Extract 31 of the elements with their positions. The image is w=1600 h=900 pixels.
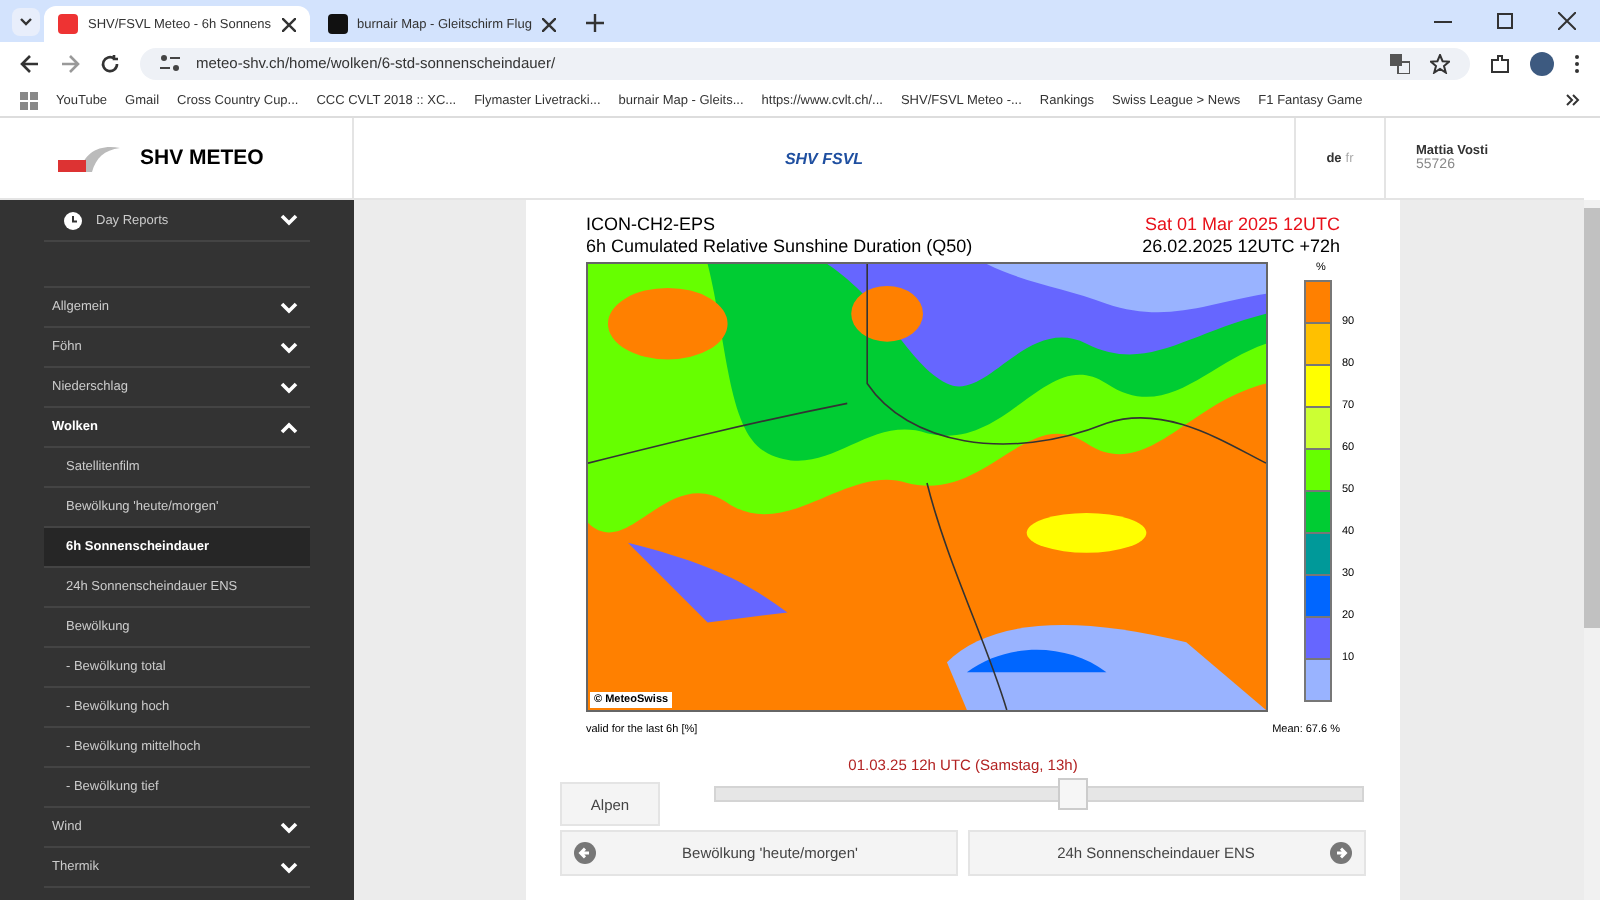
- translate-icon[interactable]: [1390, 53, 1410, 73]
- close-icon[interactable]: [1558, 12, 1576, 30]
- site-settings-icon[interactable]: [160, 54, 180, 72]
- site-logo: SHV FSVL: [784, 149, 864, 167]
- profile-avatar[interactable]: [1530, 51, 1554, 75]
- star-icon[interactable]: [1430, 53, 1450, 73]
- close-icon[interactable]: [281, 17, 296, 31]
- new-tab-icon[interactable]: [585, 14, 604, 32]
- reload-icon[interactable]: [100, 53, 120, 73]
- site-title: SHV METEO: [140, 146, 264, 170]
- model-name: ICON-CH2-EPS: [586, 214, 718, 236]
- forward-icon[interactable]: [60, 53, 80, 73]
- close-icon[interactable]: [541, 17, 556, 31]
- chevron-down-icon: [280, 214, 298, 226]
- extensions-icon[interactable]: [1490, 53, 1510, 73]
- apps-icon[interactable]: [20, 91, 38, 109]
- slider-thumb[interactable]: [1057, 778, 1088, 810]
- back-icon[interactable]: [20, 53, 40, 73]
- clock-icon: [64, 211, 82, 229]
- scrollbar[interactable]: [1584, 200, 1600, 900]
- run-time: 26.02.2025 12UTC +72h: [1142, 236, 1340, 258]
- chart-title: 6h Cumulated Relative Sunshine Duration (Q50): [586, 236, 973, 258]
- arrow-left-icon: [574, 842, 596, 864]
- site-icon: [58, 14, 78, 34]
- maximize-icon[interactable]: [1496, 12, 1514, 30]
- site-icon: [327, 14, 348, 34]
- menu-icon[interactable]: [1574, 53, 1580, 73]
- valid-time: Sat 01 Mar 2025 12UTC: [1144, 214, 1340, 236]
- more-bookmarks-icon[interactable]: [1566, 94, 1580, 106]
- tab-list-icon[interactable]: [12, 8, 40, 36]
- arrow-right-icon: [1330, 842, 1352, 864]
